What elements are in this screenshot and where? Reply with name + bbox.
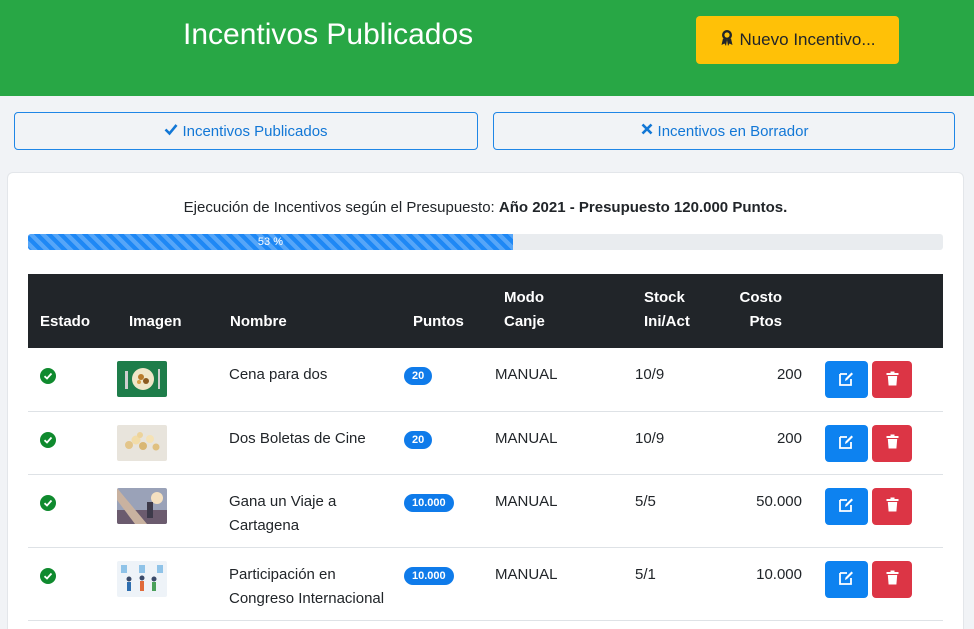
header-bar: Incentivos Publicados Nuevo Incentivo... [0, 0, 974, 96]
col-acciones [802, 274, 943, 348]
row-costo: 200 [720, 411, 802, 475]
table-row: Gana un Viaje a Cartagena 10.000 MANUAL … [28, 474, 943, 548]
edit-icon [839, 497, 854, 515]
row-stock: 10/9 [632, 348, 720, 412]
filter-published-button[interactable]: Incentivos Publicados [14, 112, 478, 150]
points-badge: 10.000 [404, 566, 454, 585]
new-incentive-button[interactable]: Nuevo Incentivo... [696, 16, 899, 64]
check-icon [164, 122, 178, 140]
edit-button[interactable] [825, 560, 868, 598]
page-title: Incentivos Publicados [183, 18, 474, 51]
delete-button[interactable] [872, 424, 912, 462]
edit-button[interactable] [825, 487, 868, 525]
filter-draft-label: Incentivos en Borrador [657, 122, 809, 140]
edit-button[interactable] [825, 361, 868, 398]
popcorn-image [117, 424, 167, 461]
edit-icon [839, 434, 854, 452]
points-badge: 10.000 [404, 493, 454, 512]
check-circle-icon [40, 494, 56, 511]
budget-text: Ejecución de Incentivos según el Presupu… [8, 199, 963, 216]
row-nombre: Cena para dos [218, 348, 401, 412]
col-imagen: Imagen [117, 274, 218, 348]
edit-icon [839, 371, 854, 389]
budget-prefix: Ejecución de Incentivos según el Presupu… [183, 199, 495, 216]
edit-icon [839, 570, 854, 588]
col-stock: Stock Ini/Act [632, 274, 720, 348]
delete-button[interactable] [872, 487, 912, 525]
row-costo: 10.000 [720, 547, 802, 621]
row-nombre: Gana un Viaje a Cartagena [218, 474, 401, 548]
row-modo: MANUAL [492, 474, 632, 548]
delete-button[interactable] [872, 560, 912, 598]
travel-image [117, 487, 167, 524]
filter-published-label: Incentivos Publicados [182, 122, 328, 140]
trash-icon [885, 497, 900, 515]
food-image [117, 361, 167, 397]
trash-icon [885, 434, 900, 452]
budget-bold: Año 2021 - Presupuesto 120.000 Puntos. [498, 199, 788, 216]
table-row: Cena para dos 20 MANUAL 10/9 200 [28, 348, 943, 412]
delete-button[interactable] [872, 361, 912, 398]
trash-icon [885, 570, 900, 588]
check-circle-icon [40, 368, 56, 384]
row-nombre: Dos Boletas de Cine [218, 411, 401, 475]
row-stock: 5/1 [632, 547, 720, 621]
row-stock: 5/5 [632, 474, 720, 548]
row-modo: MANUAL [492, 348, 632, 412]
row-costo: 50.000 [720, 474, 802, 548]
col-nombre: Nombre [218, 274, 401, 348]
check-circle-icon [40, 431, 56, 448]
budget-progress: 53 % [28, 234, 943, 250]
trash-icon [885, 371, 900, 389]
row-nombre: Participación en Congreso Internacional [218, 547, 401, 621]
row-modo: MANUAL [492, 411, 632, 475]
table-row: Participación en Congreso Internacional … [28, 547, 943, 621]
award-icon [719, 29, 735, 52]
budget-progress-bar: 53 % [28, 234, 513, 250]
filter-draft-button[interactable]: Incentivos en Borrador [493, 112, 955, 150]
row-modo: MANUAL [492, 547, 632, 621]
col-modo: Modo Canje [492, 274, 632, 348]
incentives-card: Ejecución de Incentivos según el Presupu… [8, 173, 963, 629]
congress-image [117, 560, 167, 597]
points-badge: 20 [404, 430, 433, 449]
check-circle-icon [40, 567, 56, 584]
close-icon [640, 122, 654, 140]
col-costo: Costo Ptos [720, 274, 802, 348]
col-puntos: Puntos [401, 274, 492, 348]
points-badge: 20 [404, 367, 433, 385]
col-estado: Estado [28, 274, 117, 348]
table-header-row: Estado Imagen Nombre Puntos Modo Canje S… [28, 274, 943, 348]
row-stock: 10/9 [632, 411, 720, 475]
table-row: Dos Boletas de Cine 20 MANUAL 10/9 200 [28, 411, 943, 475]
new-incentive-label: Nuevo Incentivo... [739, 30, 876, 49]
row-costo: 200 [720, 348, 802, 412]
edit-button[interactable] [825, 424, 868, 462]
incentives-table: Estado Imagen Nombre Puntos Modo Canje S… [28, 274, 943, 621]
